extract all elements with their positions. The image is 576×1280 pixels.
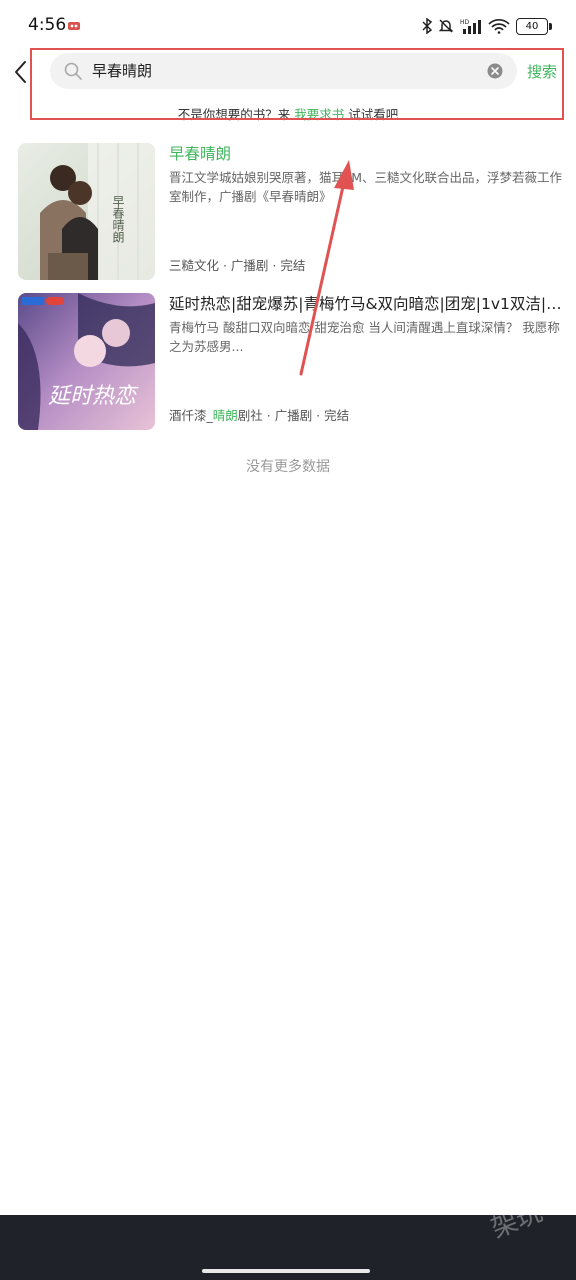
search-button[interactable]: 搜索 [527,61,557,82]
status-icons: HD 40 [422,15,552,37]
meta-author-prefix: 酒仟漆_ [169,408,213,423]
signal-icon: HD [460,19,481,34]
clear-icon[interactable] [487,63,503,79]
status-time: 4:56 [28,15,67,35]
bluetooth-icon [422,18,432,34]
request-book-link[interactable]: 我要求书 [294,107,344,122]
cover-title-art: 延时热恋 [48,384,139,409]
no-more-data: 没有更多数据 [246,459,330,475]
cover-image: 延时热恋 [18,293,155,430]
search-icon [64,62,82,80]
book-cover[interactable]: 早春晴朗 [18,143,155,280]
result-description: 青梅竹马 酸甜口双向暗恋 甜宠治愈 当人间清醒遇上直球深情？ 我愿称之为苏感男.… [169,320,560,354]
result-item[interactable]: 延时热恋 延时热恋|甜宠爆苏|青梅竹马&双向暗恋|团宠|1v1双洁|VI... … [18,293,563,431]
hint-suffix: 试试看吧 [344,107,399,122]
battery-indicator: 40 [516,17,552,35]
status-bar: 4:56 HD 40 [0,0,576,52]
cover-image: 早春晴朗 [18,143,155,280]
result-info: 早春晴朗 晋江文学城姑娘别哭原著，猫耳FM、三糙文化联合出品，浮梦若薇工作室制作… [169,143,563,280]
svg-text:HD: HD [460,19,470,26]
hint-prefix: 不是你想要的书？来 [177,107,295,122]
request-book-hint: 不是你想要的书？来 我要求书 试试看吧 [0,104,576,123]
home-indicator[interactable] [202,1269,370,1273]
result-meta: 酒仟漆_晴朗剧社 · 广播剧 · 完结 [169,405,349,424]
back-arrow-icon[interactable] [8,56,34,88]
meta-author-suffix: 剧社 · 广播剧 · 完结 [237,408,350,423]
cover-title-art: 早春晴朗 [111,195,125,243]
mute-bell-icon [438,19,454,33]
result-item[interactable]: 早春晴朗 早春晴朗 晋江文学城姑娘别哭原著，猫耳FM、三糙文化联合出品，浮梦若薇… [18,143,563,281]
wifi-icon [488,18,510,34]
meta-highlight: 晴朗 [212,408,238,423]
book-cover[interactable]: 延时热恋 [18,293,155,430]
result-meta: 三糙文化 · 广播剧 · 完结 [169,258,306,273]
result-info: 延时热恋|甜宠爆苏|青梅竹马&双向暗恋|团宠|1v1双洁|VI... 青梅竹马 … [169,293,563,430]
search-input[interactable] [92,53,472,89]
result-title[interactable]: 延时热恋|甜宠爆苏|青梅竹马&双向暗恋|团宠|1v1双洁|VI... [169,294,563,314]
result-title[interactable]: 早春晴朗 [169,144,563,164]
result-description: 晋江文学城姑娘别哭原著，猫耳FM、三糙文化联合出品，浮梦若薇工作室制作，广播剧《… [169,170,562,204]
notification-app-icon [68,22,80,30]
search-bar[interactable] [50,53,517,89]
